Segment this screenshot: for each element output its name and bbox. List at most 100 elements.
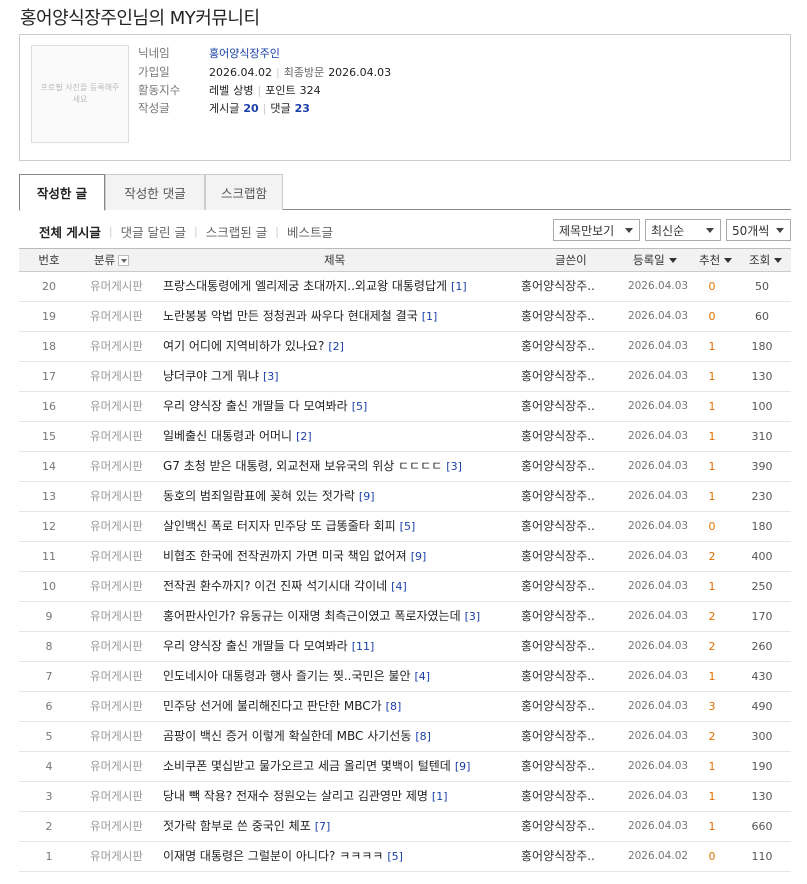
post-author[interactable]: 홍어양식장주.. — [521, 542, 595, 571]
post-author[interactable]: 홍어양식장주.. — [521, 662, 595, 691]
post-category[interactable]: 유머게시판 — [79, 362, 154, 391]
post-category[interactable]: 유머게시판 — [79, 512, 154, 541]
post-author[interactable]: 홍어양식장주.. — [521, 482, 595, 511]
post-title-link[interactable]: 전작권 환수까지? 이건 진짜 석기시대 각이네 [4] — [163, 572, 407, 601]
post-author[interactable]: 홍어양식장주.. — [521, 692, 595, 721]
filter-scrapped-posts[interactable]: 스크랩된 글 — [206, 222, 267, 241]
post-author[interactable]: 홍어양식장주.. — [521, 722, 595, 751]
post-category[interactable]: 유머게시판 — [79, 572, 154, 601]
post-category[interactable]: 유머게시판 — [79, 842, 154, 871]
header-category[interactable]: 분류 — [94, 249, 130, 271]
post-category[interactable]: 유머게시판 — [79, 392, 154, 421]
post-title-link[interactable]: 일베출신 대통령과 어머니 [2] — [163, 422, 312, 451]
post-title-link[interactable]: 노란봉봉 악법 만든 정청권과 싸우다 현대제철 결국 [1] — [163, 302, 437, 331]
post-category[interactable]: 유머게시판 — [79, 602, 154, 631]
comment-count-badge[interactable]: [5] — [400, 520, 416, 533]
post-category[interactable]: 유머게시판 — [79, 782, 154, 811]
post-title-link[interactable]: 프랑스대통령에게 엘리제궁 초대까지..외교왕 대통령답게 [1] — [163, 272, 467, 301]
comment-count-badge[interactable]: [9] — [411, 550, 427, 563]
post-category[interactable]: 유머게시판 — [79, 662, 154, 691]
post-category[interactable]: 유머게시판 — [79, 302, 154, 331]
comment-count-badge[interactable]: [3] — [446, 460, 462, 473]
post-title-link[interactable]: 곰팡이 백신 증거 이렇게 확실한데 MBC 사기선동 [8] — [163, 722, 431, 751]
sort-select[interactable]: 최신순 — [645, 219, 721, 241]
post-author[interactable]: 홍어양식장주.. — [521, 272, 595, 301]
filter-all-posts[interactable]: 전체 게시글 — [39, 222, 101, 241]
post-title-link[interactable]: 우리 양식장 출신 개딸들 다 모여봐라 [5] — [163, 392, 367, 421]
post-category[interactable]: 유머게시판 — [79, 452, 154, 481]
post-author[interactable]: 홍어양식장주.. — [521, 452, 595, 481]
post-title-link[interactable]: 당내 빽 작용? 전재수 정원오는 살리고 김관영만 제명 [1] — [163, 782, 448, 811]
comment-count-badge[interactable]: [8] — [386, 700, 402, 713]
comment-count-badge[interactable]: [2] — [296, 430, 312, 443]
post-category[interactable]: 유머게시판 — [79, 722, 154, 751]
comment-count-badge[interactable]: [8] — [415, 730, 431, 743]
per-page-select[interactable]: 50개씩 — [726, 219, 791, 241]
comment-count-badge[interactable]: [5] — [352, 400, 368, 413]
post-category[interactable]: 유머게시판 — [79, 422, 154, 451]
post-title-link[interactable]: 냥더쿠야 그게 뭐냐 [3] — [163, 362, 279, 391]
post-title-link[interactable]: 인도네시아 대통령과 행사 즐기는 찢..국민은 불안 [4] — [163, 662, 430, 691]
post-title-link[interactable]: 우리 양식장 출신 개딸들 다 모여봐라 [11] — [163, 632, 374, 661]
comment-count-badge[interactable]: [3] — [465, 610, 481, 623]
header-date[interactable]: 등록일 — [633, 249, 677, 271]
post-category[interactable]: 유머게시판 — [79, 752, 154, 781]
post-title-link[interactable]: 홍어판사인가? 유동규는 이재명 최측근이였고 폭로자였는데 [3] — [163, 602, 480, 631]
post-author[interactable]: 홍어양식장주.. — [521, 602, 595, 631]
comment-count-badge[interactable]: [1] — [422, 310, 438, 323]
header-recommend[interactable]: 추천 — [699, 249, 733, 271]
comment-count-badge[interactable]: [11] — [352, 640, 375, 653]
profile-photo-placeholder[interactable]: 프로필 사진을 등록해주세요 — [31, 45, 129, 143]
post-author[interactable]: 홍어양식장주.. — [521, 332, 595, 361]
post-category[interactable]: 유머게시판 — [79, 632, 154, 661]
post-category[interactable]: 유머게시판 — [79, 332, 154, 361]
comment-count-badge[interactable]: [1] — [451, 280, 467, 293]
post-title-link[interactable]: G7 초청 받은 대통령, 외교천재 보유국의 위상 ㄷㄷㄷㄷ [3] — [163, 452, 462, 481]
post-author[interactable]: 홍어양식장주.. — [521, 302, 595, 331]
post-category[interactable]: 유머게시판 — [79, 482, 154, 511]
comment-count[interactable]: 23 — [295, 102, 310, 115]
post-category[interactable]: 유머게시판 — [79, 812, 154, 841]
view-mode-select[interactable]: 제목만보기 — [553, 219, 640, 241]
comment-count-badge[interactable]: [4] — [415, 670, 431, 683]
post-author[interactable]: 홍어양식장주.. — [521, 812, 595, 841]
post-author[interactable]: 홍어양식장주.. — [521, 572, 595, 601]
post-category[interactable]: 유머게시판 — [79, 272, 154, 301]
post-author[interactable]: 홍어양식장주.. — [521, 752, 595, 781]
post-author[interactable]: 홍어양식장주.. — [521, 782, 595, 811]
post-title-link[interactable]: 민주당 선거에 불리해진다고 판단한 MBC가 [8] — [163, 692, 401, 721]
post-category[interactable]: 유머게시판 — [79, 542, 154, 571]
nickname-value[interactable]: 홍어양식장주인 — [209, 45, 280, 61]
comment-count-badge[interactable]: [2] — [328, 340, 344, 353]
tab-scraps[interactable]: 스크랩함 — [205, 174, 283, 210]
post-count[interactable]: 20 — [243, 102, 258, 115]
post-title-link[interactable]: 소비쿠폰 몇십받고 물가오르고 세금 올리면 몇백이 털텐데 [9] — [163, 752, 470, 781]
comment-count-badge[interactable]: [7] — [315, 820, 331, 833]
post-title-link[interactable]: 이재명 대통령은 그럴분이 아니다? ㅋㅋㅋㅋ [5] — [163, 842, 403, 871]
comment-count-badge[interactable]: [1] — [432, 790, 448, 803]
post-title-link[interactable]: 여기 어디에 지역비하가 있나요? [2] — [163, 332, 344, 361]
post-author[interactable]: 홍어양식장주.. — [521, 422, 595, 451]
post-title-link[interactable]: 동호의 범죄일람표에 꽂혀 있는 젓가락 [9] — [163, 482, 375, 511]
post-author[interactable]: 홍어양식장주.. — [521, 512, 595, 541]
post-author[interactable]: 홍어양식장주.. — [521, 362, 595, 391]
post-category[interactable]: 유머게시판 — [79, 692, 154, 721]
comment-count-badge[interactable]: [9] — [359, 490, 375, 503]
post-title-link[interactable]: 비협조 한국에 전작권까지 가면 미국 책임 없어져 [9] — [163, 542, 426, 571]
comment-count-badge[interactable]: [5] — [387, 850, 403, 863]
filter-commented-posts[interactable]: 댓글 달린 글 — [121, 222, 186, 241]
tab-my-comments[interactable]: 작성한 댓글 — [105, 174, 205, 210]
post-author[interactable]: 홍어양식장주.. — [521, 632, 595, 661]
tab-my-posts[interactable]: 작성한 글 — [19, 174, 105, 211]
post-title-text: 여기 어디에 지역비하가 있나요? — [163, 339, 325, 353]
comment-count-badge[interactable]: [3] — [263, 370, 279, 383]
comment-count-badge[interactable]: [4] — [391, 580, 407, 593]
comment-count-badge[interactable]: [9] — [455, 760, 471, 773]
header-views[interactable]: 조회 — [749, 249, 783, 271]
post-author[interactable]: 홍어양식장주.. — [521, 392, 595, 421]
post-title-link[interactable]: 젓가락 함부로 쓴 중국인 체포 [7] — [163, 812, 330, 841]
category-filter-icon[interactable] — [118, 255, 130, 266]
post-title-link[interactable]: 살인백신 폭로 터지자 민주당 또 급똥줄타 회피 [5] — [163, 512, 415, 541]
post-author[interactable]: 홍어양식장주.. — [521, 842, 595, 871]
filter-best-posts[interactable]: 베스트글 — [287, 222, 333, 241]
